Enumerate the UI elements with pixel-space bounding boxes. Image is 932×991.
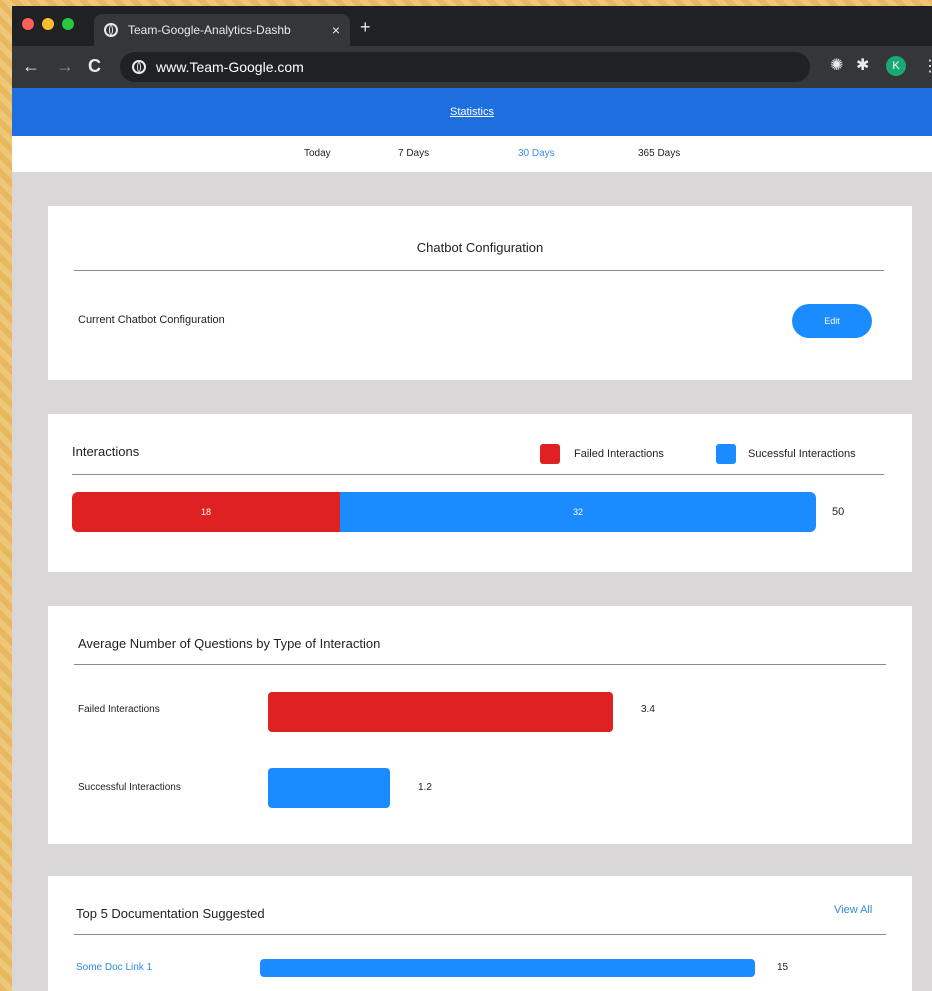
tab-7-days[interactable]: 7 Days — [398, 148, 429, 159]
card-title: Chatbot Configuration — [416, 240, 544, 255]
site-info-icon[interactable] — [132, 60, 146, 74]
doc-link-1[interactable]: Some Doc Link 1 — [76, 962, 152, 973]
failed-segment: 18 — [72, 492, 340, 532]
total-value: 50 — [832, 506, 845, 518]
forward-arrow-icon[interactable]: → — [56, 56, 74, 76]
new-tab-icon[interactable]: + — [360, 18, 371, 36]
successful-legend-swatch — [716, 444, 736, 464]
divider — [74, 664, 886, 665]
chatbot-configuration-card: Chatbot Configuration Current Chatbot Co… — [48, 206, 912, 380]
successful-value: 32 — [572, 507, 583, 517]
address-bar[interactable]: www.Team-Google.com — [120, 52, 810, 82]
close-window-button[interactable] — [22, 18, 34, 30]
interactions-card: Interactions Failed Interactions Sucessf… — [48, 414, 912, 572]
browser-tab[interactable]: Team-Google-Analytics-Dashb × — [94, 14, 350, 46]
date-range-tabs: Today 7 Days 30 Days 365 Days — [12, 136, 932, 172]
card-title: Interactions — [72, 444, 140, 459]
back-arrow-icon[interactable]: ← — [22, 56, 40, 76]
doc-value-1: 15 — [777, 962, 789, 973]
tab-strip: Team-Google-Analytics-Dashb × + — [12, 6, 932, 46]
browser-window: Team-Google-Analytics-Dashb × + ← → C ww… — [12, 6, 932, 991]
globe-icon — [104, 23, 118, 37]
successful-row-label: Successful Interactions — [78, 782, 181, 793]
url-text: www.Team-Google.com — [156, 59, 304, 75]
tab-today[interactable]: Today — [304, 148, 331, 159]
failed-row-label: Failed Interactions — [78, 704, 160, 715]
failed-value: 18 — [200, 507, 211, 517]
top-docs-card: Top 5 Documentation Suggested View All S… — [48, 876, 912, 991]
maximize-window-button[interactable] — [62, 18, 74, 30]
current-configuration-label: Current Chatbot Configuration — [78, 314, 225, 326]
reload-icon[interactable]: C — [88, 56, 101, 76]
successful-avg-value: 1.2 — [418, 782, 432, 793]
card-title: Top 5 Documentation Suggested — [76, 906, 265, 921]
successful-avg-bar — [268, 768, 390, 808]
failed-legend-label: Failed Interactions — [574, 448, 664, 460]
divider — [74, 270, 884, 271]
failed-avg-value: 3.4 — [641, 704, 655, 715]
tab-365-days[interactable]: 365 Days — [638, 148, 680, 159]
divider — [74, 934, 886, 935]
average-questions-card: Average Number of Questions by Type of I… — [48, 606, 912, 844]
avatar[interactable]: K — [886, 56, 906, 76]
statistics-link[interactable]: Statistics — [450, 106, 494, 118]
interactions-stacked-bar: 18 32 — [72, 492, 816, 532]
card-title: Average Number of Questions by Type of I… — [78, 636, 381, 651]
page-header: Statistics — [12, 88, 932, 136]
divider — [72, 474, 884, 475]
more-menu-icon[interactable]: ⋮ — [922, 56, 932, 76]
failed-legend-swatch — [540, 444, 560, 464]
minimize-window-button[interactable] — [42, 18, 54, 30]
successful-legend-label: Sucessful Interactions — [748, 448, 856, 460]
browser-toolbar: ← → C www.Team-Google.com ✺ ✱ K ⋮ — [12, 46, 932, 88]
puzzle-icon[interactable]: ✱ — [856, 56, 869, 76]
view-all-link[interactable]: View All — [834, 904, 872, 916]
doc-bar-1 — [260, 959, 755, 977]
edit-button[interactable]: Edit — [792, 304, 872, 338]
settings-icon[interactable]: ✺ — [830, 56, 843, 76]
failed-avg-bar — [268, 692, 613, 732]
tab-close-icon[interactable]: × — [332, 22, 340, 38]
tab-30-days[interactable]: 30 Days — [518, 148, 555, 159]
successful-segment: 32 — [340, 492, 816, 532]
tab-title: Team-Google-Analytics-Dashb — [128, 23, 291, 37]
